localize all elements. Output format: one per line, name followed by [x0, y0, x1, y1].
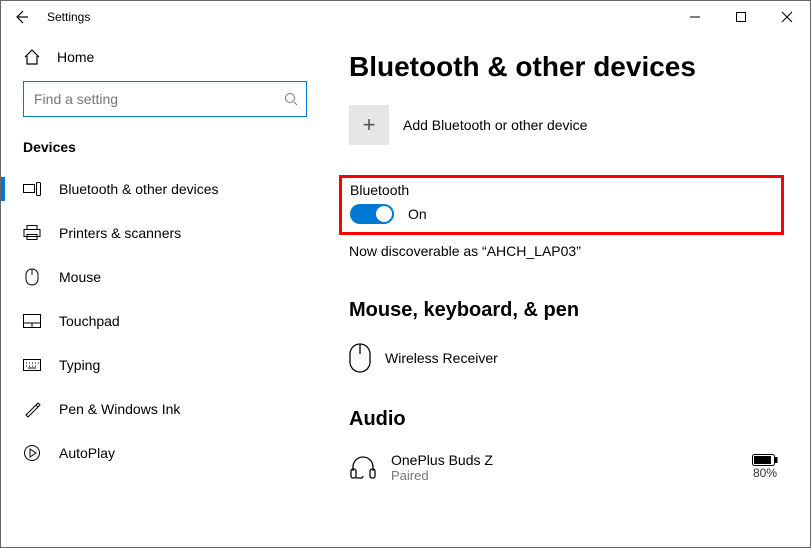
devices-icon	[23, 180, 41, 198]
device-name: Wireless Receiver	[385, 350, 498, 366]
section-mkp: Mouse, keyboard, & pen	[349, 299, 784, 322]
titlebar: Settings	[1, 1, 810, 33]
plus-icon: +	[363, 112, 376, 138]
add-device-row[interactable]: + Add Bluetooth or other device	[349, 105, 784, 145]
bluetooth-toggle-row: On	[350, 204, 773, 224]
category-header: Devices	[1, 125, 323, 167]
page-title: Bluetooth & other devices	[349, 51, 784, 83]
sidebar-item-pen[interactable]: Pen & Windows Ink	[1, 387, 323, 431]
mouse-icon	[349, 343, 371, 373]
add-button[interactable]: +	[349, 105, 389, 145]
mouse-icon	[23, 268, 41, 286]
bluetooth-highlight: Bluetooth On	[339, 175, 784, 235]
device-oneplus-buds[interactable]: OnePlus Buds Z Paired 80%	[349, 443, 784, 491]
device-wireless-receiver[interactable]: Wireless Receiver	[349, 334, 784, 382]
sidebar-item-printers[interactable]: Printers & scanners	[1, 211, 323, 255]
minimize-icon	[689, 11, 701, 23]
autoplay-icon	[23, 444, 41, 462]
printer-icon	[23, 224, 41, 242]
home-nav[interactable]: Home	[1, 37, 323, 77]
bluetooth-toggle[interactable]	[350, 204, 394, 224]
maximize-button[interactable]	[718, 1, 764, 33]
window-title: Settings	[41, 10, 90, 24]
search-icon	[284, 92, 298, 106]
battery-indicator: 80%	[752, 454, 784, 480]
discoverable-text: Now discoverable as “AHCH_LAP03”	[349, 243, 784, 259]
battery-icon	[752, 454, 778, 466]
sidebar-item-label: Touchpad	[59, 313, 120, 329]
home-icon	[23, 48, 41, 66]
search-wrap	[23, 81, 307, 117]
toggle-knob	[376, 206, 392, 222]
touchpad-icon	[23, 312, 41, 330]
sidebar-item-label: Printers & scanners	[59, 225, 181, 241]
sidebar-item-label: AutoPlay	[59, 445, 115, 461]
keyboard-icon	[23, 356, 41, 374]
settings-window: Settings Home	[0, 0, 811, 548]
sidebar: Home Devices Bluetooth & other devices	[1, 33, 323, 547]
search-box[interactable]	[23, 81, 307, 117]
headphones-icon	[349, 453, 377, 481]
bluetooth-state: On	[408, 206, 427, 222]
window-controls	[672, 1, 810, 33]
device-status: Paired	[391, 468, 493, 483]
back-button[interactable]	[1, 1, 41, 33]
sidebar-item-label: Pen & Windows Ink	[59, 401, 180, 417]
sidebar-item-bluetooth[interactable]: Bluetooth & other devices	[1, 167, 323, 211]
device-name: OnePlus Buds Z	[391, 452, 493, 468]
minimize-button[interactable]	[672, 1, 718, 33]
sidebar-item-autoplay[interactable]: AutoPlay	[1, 431, 323, 475]
sidebar-item-touchpad[interactable]: Touchpad	[1, 299, 323, 343]
maximize-icon	[735, 11, 747, 23]
battery-percent: 80%	[753, 466, 777, 480]
bluetooth-label: Bluetooth	[350, 182, 773, 198]
pen-icon	[23, 400, 41, 418]
sidebar-item-label: Mouse	[59, 269, 101, 285]
section-audio: Audio	[349, 408, 784, 431]
sidebar-item-mouse[interactable]: Mouse	[1, 255, 323, 299]
search-input[interactable]	[32, 90, 284, 108]
arrow-left-icon	[13, 9, 29, 25]
main-panel: Bluetooth & other devices + Add Bluetoot…	[323, 33, 810, 547]
close-icon	[781, 11, 793, 23]
add-label: Add Bluetooth or other device	[403, 117, 587, 133]
sidebar-item-label: Typing	[59, 357, 100, 373]
home-label: Home	[57, 49, 94, 65]
close-button[interactable]	[764, 1, 810, 33]
sidebar-item-label: Bluetooth & other devices	[59, 181, 219, 197]
sidebar-item-typing[interactable]: Typing	[1, 343, 323, 387]
